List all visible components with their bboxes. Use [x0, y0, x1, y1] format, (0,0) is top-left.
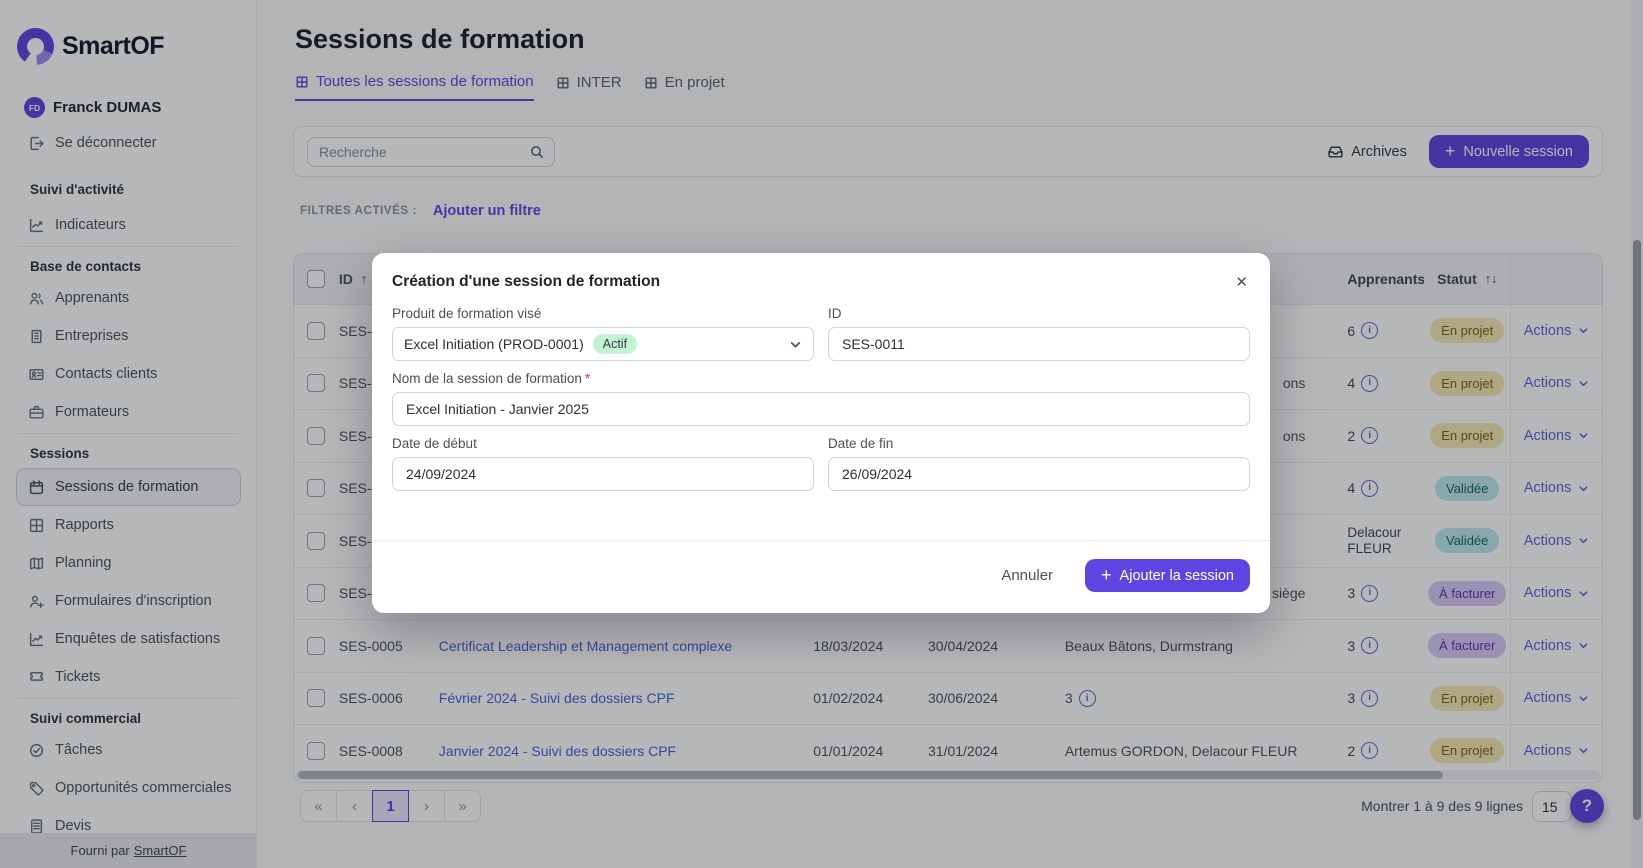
id-field-label: ID	[828, 306, 1250, 321]
name-field-label: Nom de la session de formation*	[392, 371, 1250, 386]
product-select-value: Excel Initiation (PROD-0001)	[404, 336, 584, 352]
application-window: SmartOF FD Franck DUMAS Se déconnecter S…	[0, 0, 1643, 868]
product-select[interactable]: Excel Initiation (PROD-0001) Actif	[392, 327, 814, 361]
close-icon[interactable]: ✕	[1233, 273, 1250, 292]
modal-divider	[372, 540, 1270, 541]
end-date-label: Date de fin	[828, 436, 1250, 451]
add-session-button[interactable]: + Ajouter la session	[1085, 559, 1250, 592]
chevron-down-icon	[789, 338, 802, 351]
product-field-label: Produit de formation visé	[392, 306, 814, 321]
plus-icon: +	[1101, 566, 1112, 584]
session-name-field[interactable]	[404, 400, 1238, 418]
status-badge: Actif	[593, 334, 637, 354]
modal-title: Création d'une session de formation	[392, 273, 660, 291]
start-date-field[interactable]	[404, 465, 802, 483]
end-date-field[interactable]	[840, 465, 1238, 483]
session-id-field[interactable]	[840, 335, 1238, 353]
start-date-label: Date de début	[392, 436, 814, 451]
create-session-modal: Création d'une session de formation ✕ Pr…	[372, 253, 1270, 613]
required-asterisk: *	[585, 371, 590, 386]
cancel-button[interactable]: Annuler	[995, 566, 1059, 585]
